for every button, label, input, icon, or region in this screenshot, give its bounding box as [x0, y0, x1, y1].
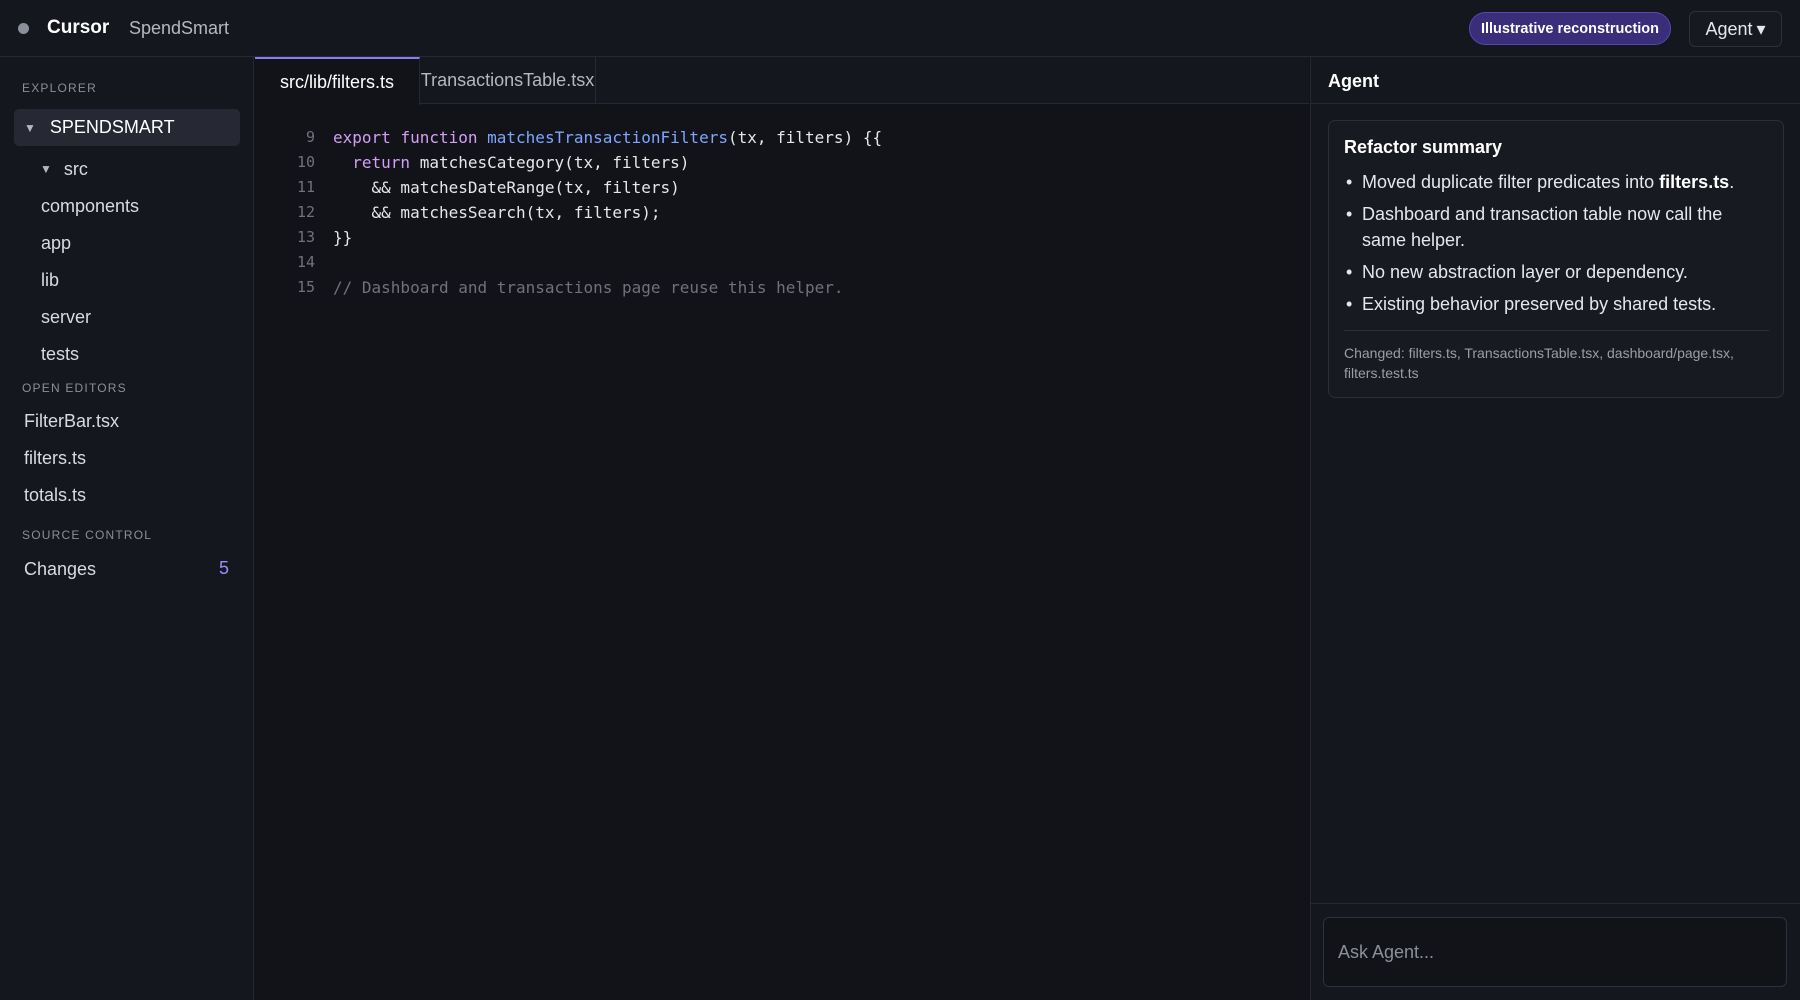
summary-list: Moved duplicate filter predicates into f…: [1344, 169, 1769, 323]
agent-mode-dropdown[interactable]: Agent ▾: [1689, 11, 1782, 47]
project-name: SpendSmart: [129, 18, 230, 38]
file-name-highlight: filters.ts: [1659, 172, 1730, 192]
open-editor-totals[interactable]: totals.ts: [24, 480, 86, 510]
sidebar-item-label: components: [41, 195, 140, 216]
code-line[interactable]: 10 return matchesCategory(tx, filters): [255, 150, 1309, 175]
open-editor-label: filters.ts: [24, 447, 87, 468]
summary-bullet: Existing behavior preserved by shared te…: [1344, 291, 1769, 317]
tab-label: TransactionsTable.tsx: [420, 70, 595, 90]
code-keyword: return: [352, 153, 411, 172]
refactor-summary-card: Refactor summary Moved duplicate filter …: [1328, 120, 1784, 398]
divider: [1311, 103, 1800, 104]
code-text: }}: [333, 225, 352, 250]
divider: [1344, 330, 1769, 331]
code-keyword: export: [333, 128, 391, 147]
sidebar-item-tests[interactable]: tests: [41, 339, 79, 369]
chevron-down-icon: ▼: [24, 120, 36, 135]
code-keyword: function: [400, 128, 478, 147]
sidebar-item-components[interactable]: components: [41, 191, 139, 221]
window-dot-icon: [18, 23, 29, 34]
open-editors-header: OPEN EDITORS: [22, 381, 127, 395]
line-number: 9: [305, 128, 315, 146]
app-name: Cursor: [47, 17, 110, 38]
summary-bullet: Moved duplicate filter predicates into f…: [1344, 169, 1769, 195]
summary-bullet: No new abstraction layer or dependency.: [1344, 259, 1769, 285]
changes-label: Changes: [24, 558, 97, 579]
code-editor[interactable]: src/lib/filters.ts TransactionsTable.tsx…: [255, 57, 1309, 1000]
code-token: }}: [333, 228, 353, 247]
tab-label: src/lib/filters.ts: [279, 71, 394, 92]
sidebar-item-label: lib: [41, 269, 60, 290]
sidebar-item-label: SPENDSMART: [49, 117, 175, 137]
code-line[interactable]: 9 export function matchesTransactionFilte…: [255, 125, 1309, 150]
line-number: 10: [296, 153, 315, 171]
sidebar-item-server[interactable]: server: [41, 302, 91, 332]
code-text: export function matchesTransactionFilter…: [333, 125, 882, 150]
code-token: && matchesSearch(tx, filters);: [333, 203, 661, 222]
code-token: && matchesDateRange(tx, filters): [333, 178, 680, 197]
status-badge: Illustrative reconstruction: [1469, 12, 1671, 45]
ask-agent-input[interactable]: [1323, 917, 1787, 987]
changed-files-text: Changed: filters.ts, TransactionsTable.t…: [1344, 345, 1734, 381]
code-token: matchesCategory(tx, filters): [410, 153, 690, 172]
sidebar-item-label: server: [41, 306, 92, 327]
sidebar-item-app[interactable]: app: [41, 228, 71, 258]
explorer-header: EXPLORER: [22, 81, 97, 95]
code-line[interactable]: 15 // Dashboard and transactions page reu…: [255, 275, 1309, 300]
code-text: return matchesCategory(tx, filters): [333, 150, 689, 175]
line-number: 15: [296, 278, 315, 296]
agent-panel: Agent Refactor summary Moved duplicate f…: [1310, 57, 1800, 1000]
code-text: && matchesSearch(tx, filters);: [333, 200, 661, 225]
code-comment: // Dashboard and transactions page reuse…: [333, 278, 844, 297]
chevron-down-icon: ▾: [1756, 18, 1766, 39]
line-number: 12: [296, 203, 315, 221]
sidebar-item-label: src: [63, 158, 88, 179]
code-token: (tx, filters) {{: [727, 128, 883, 147]
code-function: matchesTransactionFilters: [487, 128, 728, 147]
open-editor-filterbar[interactable]: FilterBar.tsx: [24, 406, 119, 436]
divider: [1311, 903, 1800, 904]
source-control-changes[interactable]: Changes: [24, 554, 240, 584]
sidebar: EXPLORER ▼ SPENDSMART ▼ src components a…: [0, 57, 254, 1000]
sidebar-item-label: app: [41, 232, 72, 253]
agent-mode-label: Agent: [1705, 18, 1753, 39]
sidebar-item-spendsmart[interactable]: ▼ SPENDSMART: [14, 109, 240, 146]
sidebar-item-src[interactable]: ▼ src: [40, 154, 88, 184]
code-text: && matchesDateRange(tx, filters): [333, 175, 680, 200]
title-bar: Cursor SpendSmart Illustrative reconstru…: [0, 0, 1800, 57]
code-line[interactable]: 14: [255, 250, 1309, 275]
code-line[interactable]: 13}}: [255, 225, 1309, 250]
changes-count-badge: 5: [219, 558, 230, 578]
agent-panel-title: Agent: [1328, 71, 1379, 91]
tab-filters-ts[interactable]: src/lib/filters.ts: [255, 57, 420, 105]
line-number: 11: [296, 178, 315, 196]
sidebar-item-label: tests: [41, 343, 80, 364]
sidebar-item-lib[interactable]: lib: [41, 265, 59, 295]
code-line[interactable]: 11 && matchesDateRange(tx, filters): [255, 175, 1309, 200]
summary-title: Refactor summary: [1344, 137, 1503, 157]
line-number: 13: [296, 228, 315, 246]
code-area[interactable]: 9 export function matchesTransactionFilte…: [255, 125, 1309, 300]
editor-tab-bar: src/lib/filters.ts TransactionsTable.tsx: [255, 57, 1309, 105]
code-text: // Dashboard and transactions page reuse…: [333, 275, 844, 300]
open-editor-filters[interactable]: filters.ts: [24, 443, 86, 473]
code-line[interactable]: 12 && matchesSearch(tx, filters);: [255, 200, 1309, 225]
open-editor-label: totals.ts: [24, 484, 87, 505]
chevron-down-icon: ▼: [40, 162, 52, 176]
line-number: 14: [296, 253, 315, 271]
open-editor-label: FilterBar.tsx: [24, 410, 120, 431]
source-control-header: SOURCE CONTROL: [22, 528, 153, 542]
summary-bullet: Dashboard and transaction table now call…: [1344, 201, 1769, 253]
tab-transactions-table[interactable]: TransactionsTable.tsx: [420, 57, 596, 104]
